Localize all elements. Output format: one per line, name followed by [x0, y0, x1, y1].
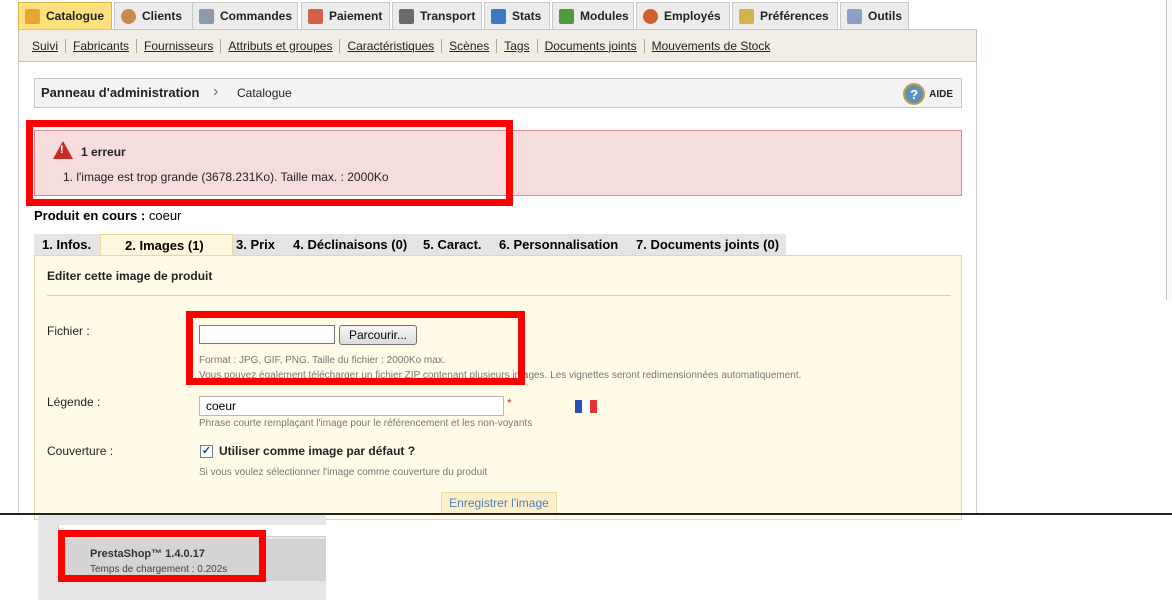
- cover-checkbox-label[interactable]: Utiliser comme image par défaut ?: [219, 444, 415, 458]
- product-tabs: 1. Infos. 2. Images (1) 3. Prix 4. Décli…: [34, 234, 786, 255]
- sub-link-caracteristiques[interactable]: Caractéristiques: [340, 38, 443, 53]
- catalog-icon: [25, 8, 40, 24]
- sub-link-tags[interactable]: Tags: [497, 38, 538, 53]
- highlight-file-field: [186, 311, 525, 385]
- cover-checkbox[interactable]: ✓: [200, 445, 213, 458]
- legend-input[interactable]: coeur: [199, 396, 504, 416]
- cover-label: Couverture :: [47, 444, 114, 458]
- tab-infos[interactable]: 1. Infos.: [42, 234, 91, 255]
- tab-declinaisons[interactable]: 4. Déclinaisons (0): [293, 234, 407, 255]
- panel-divider: [47, 295, 951, 296]
- legend-hint: Phrase courte remplaçant l'image pour le…: [199, 418, 533, 429]
- orders-icon: [199, 8, 214, 24]
- legend-label: Légende :: [47, 395, 101, 409]
- tab-outils[interactable]: Outils: [840, 2, 909, 29]
- highlight-error: [26, 120, 513, 206]
- sub-link-scenes[interactable]: Scènes: [442, 38, 498, 53]
- tab-prix[interactable]: 3. Prix: [236, 234, 275, 255]
- help-label: AIDE: [929, 88, 953, 100]
- sub-link-mouvements-stock[interactable]: Mouvements de Stock: [645, 39, 778, 53]
- sub-menu: Suivi Fabricants Fournisseurs Attributs …: [18, 29, 977, 62]
- save-image-button[interactable]: Enregistrer l'image: [441, 492, 557, 514]
- tab-preferences[interactable]: Préférences: [732, 2, 838, 29]
- breadcrumb-current: Catalogue: [237, 86, 292, 100]
- tab-commandes[interactable]: Commandes: [192, 2, 298, 29]
- image-edit-panel: Editer cette image de produit Fichier : …: [34, 255, 962, 520]
- required-marker: *: [507, 396, 512, 410]
- tab-documents-joints[interactable]: 7. Documents joints (0): [636, 234, 779, 255]
- file-label: Fichier :: [47, 324, 90, 338]
- tab-paiement[interactable]: Paiement: [301, 2, 390, 29]
- french-flag-icon[interactable]: [575, 400, 597, 413]
- tab-employes[interactable]: Employés: [636, 2, 730, 29]
- tab-catalogue[interactable]: Catalogue: [18, 2, 112, 29]
- payment-icon: [308, 8, 323, 24]
- truck-icon: [399, 8, 414, 24]
- tools-icon: [847, 8, 862, 24]
- sub-link-fournisseurs[interactable]: Fournisseurs: [137, 38, 222, 53]
- help-icon: ?: [903, 83, 926, 105]
- breadcrumb-separator-icon: ›: [213, 83, 219, 100]
- tab-stats[interactable]: Stats: [484, 2, 550, 29]
- scrollbar[interactable]: [1166, 0, 1172, 300]
- help-button[interactable]: ? AIDE: [903, 83, 953, 105]
- current-product-name: coeur: [148, 208, 182, 223]
- sub-link-documents-joints[interactable]: Documents joints: [538, 38, 645, 53]
- tab-personnalisation[interactable]: 6. Personnalisation: [499, 234, 618, 255]
- tab-caract[interactable]: 5. Caract.: [423, 234, 482, 255]
- sub-link-attributs[interactable]: Attributs et groupes: [221, 38, 341, 53]
- panel-title: Editer cette image de produit: [47, 269, 213, 283]
- stats-icon: [491, 8, 506, 24]
- cover-hint: Si vous voulez sélectionner l'image comm…: [199, 467, 488, 478]
- current-product-label: Produit en cours :: [34, 208, 146, 223]
- breadcrumb: Panneau d'administration › Catalogue ? A…: [34, 78, 962, 108]
- tab-images[interactable]: 2. Images (1): [100, 234, 233, 255]
- breadcrumb-home[interactable]: Panneau d'administration: [41, 85, 199, 100]
- highlight-version: [58, 530, 266, 582]
- sub-link-fabricants[interactable]: Fabricants: [66, 38, 138, 53]
- puzzle-icon: [559, 8, 574, 24]
- preferences-icon: [739, 8, 754, 24]
- sub-link-suivi[interactable]: Suivi: [25, 38, 67, 53]
- clients-icon: [121, 8, 136, 24]
- main-menu: Catalogue Clients Commandes Paiement Tra…: [18, 0, 978, 29]
- employee-icon: [643, 8, 658, 24]
- tab-modules[interactable]: Modules: [552, 2, 634, 29]
- current-product: Produit en cours : coeur: [34, 208, 181, 223]
- tab-transport[interactable]: Transport: [392, 2, 482, 29]
